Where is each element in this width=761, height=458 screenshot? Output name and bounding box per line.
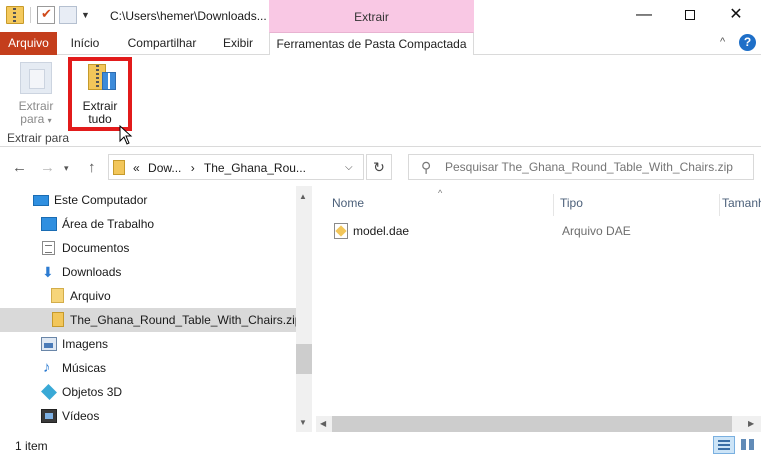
table-row[interactable]: model.dae Arquivo DAE bbox=[328, 220, 758, 242]
close-button[interactable]: ✕ bbox=[713, 0, 759, 32]
file-name: model.dae bbox=[353, 224, 410, 238]
maximize-button[interactable] bbox=[667, 0, 713, 32]
properties-icon[interactable] bbox=[37, 6, 55, 24]
file-list: ^ Nome Tipo Tamanho model.dae Arquivo DA… bbox=[316, 186, 761, 432]
chevron-down-icon: ▾ bbox=[47, 116, 52, 125]
ribbon-body: Extrair para ▾ Extrair tudo Extrair para bbox=[0, 55, 761, 147]
navigation-row: ← → ▾ ↑ « Dow... › The_Ghana_Rou... ⌵ ↻ … bbox=[0, 148, 761, 186]
minimize-button[interactable]: — bbox=[621, 0, 667, 32]
quick-access-toolbar: ▼ bbox=[6, 6, 98, 24]
qat-separator bbox=[30, 7, 31, 23]
nav-item-label: Este Computador bbox=[54, 193, 148, 207]
nav-item-label: Downloads bbox=[62, 265, 122, 279]
tab-arquivo[interactable]: Arquivo bbox=[0, 32, 57, 55]
address-bar[interactable]: « Dow... › The_Ghana_Rou... ⌵ bbox=[108, 154, 364, 180]
documents-icon bbox=[42, 241, 55, 255]
cube-3d-icon bbox=[41, 384, 57, 400]
search-box[interactable]: ⚲ bbox=[408, 154, 754, 180]
video-icon bbox=[41, 409, 57, 423]
context-tab-header: Extrair bbox=[269, 0, 474, 32]
tab-ferramentas-pasta-compactada[interactable]: Ferramentas de Pasta Compactada bbox=[269, 32, 474, 56]
help-icon[interactable]: ? bbox=[739, 34, 756, 51]
zip-folder-icon bbox=[6, 6, 24, 24]
title-bar: ▼ C:\Users\hemer\Downloads... Extrair — … bbox=[0, 0, 761, 32]
breadcrumb-downloads[interactable]: Dow... bbox=[148, 161, 181, 175]
tab-compartilhar[interactable]: Compartilhar bbox=[116, 32, 208, 55]
music-note-icon: ♪ bbox=[43, 359, 51, 376]
refresh-button[interactable]: ↻ bbox=[366, 154, 392, 180]
nav-item-label: Documentos bbox=[62, 241, 130, 255]
zip-folder-icon bbox=[113, 160, 125, 175]
chevron-down-icon[interactable]: ⌵ bbox=[345, 162, 353, 173]
nav-item-zip-selected[interactable]: The_Ghana_Round_Table_With_Chairs.zip bbox=[0, 308, 301, 332]
scrollbar-thumb[interactable] bbox=[296, 344, 312, 374]
navigation-pane: Este Computador Área de Trabalho Documen… bbox=[0, 186, 312, 432]
column-header-tipo[interactable]: Tipo bbox=[560, 194, 720, 216]
up-arrow-icon[interactable]: ↑ bbox=[88, 159, 96, 176]
forward-arrow-icon[interactable]: → bbox=[40, 159, 55, 176]
column-header-tamanho[interactable]: Tamanho bbox=[722, 194, 761, 216]
scroll-up-icon[interactable]: ▲ bbox=[299, 192, 307, 201]
scroll-right-icon[interactable]: ▶ bbox=[748, 419, 754, 428]
refresh-icon: ↻ bbox=[373, 159, 385, 175]
nav-item-label: Vídeos bbox=[62, 409, 100, 423]
nav-item-este-computador[interactable]: Este Computador bbox=[0, 188, 296, 212]
tab-inicio[interactable]: Início bbox=[63, 32, 107, 55]
ribbon-collapse-icon[interactable]: ^ bbox=[720, 36, 725, 48]
nav-item-area-de-trabalho[interactable]: Área de Trabalho bbox=[0, 212, 296, 236]
back-arrow-icon[interactable]: ← bbox=[12, 159, 27, 176]
scroll-down-icon[interactable]: ▼ bbox=[299, 418, 307, 427]
scrollbar-thumb[interactable] bbox=[332, 416, 732, 432]
download-arrow-icon: ⬇ bbox=[42, 264, 54, 280]
computer-icon bbox=[33, 195, 49, 206]
extract-to-icon bbox=[20, 62, 52, 94]
status-bar: 1 item bbox=[0, 432, 761, 458]
nav-item-imagens[interactable]: Imagens bbox=[0, 332, 296, 356]
maximize-icon bbox=[685, 9, 695, 20]
dae-file-icon bbox=[334, 223, 348, 239]
extrair-para-label-2: para bbox=[20, 112, 45, 126]
nav-item-label: The_Ghana_Round_Table_With_Chairs.zip bbox=[70, 313, 302, 327]
nav-item-label: Objetos 3D bbox=[62, 385, 123, 399]
file-list-horizontal-scrollbar[interactable]: ◀ ▶ bbox=[316, 416, 761, 432]
large-icons-view-icon[interactable] bbox=[738, 436, 758, 454]
item-count: 1 item bbox=[15, 439, 48, 453]
pictures-icon bbox=[41, 337, 57, 351]
search-input[interactable] bbox=[445, 157, 751, 177]
zip-folder-icon bbox=[52, 312, 64, 327]
search-icon: ⚲ bbox=[421, 159, 432, 175]
extrair-para-button[interactable]: Extrair para ▾ bbox=[8, 60, 64, 127]
group-label-extrair-para: Extrair para bbox=[7, 131, 70, 145]
breadcrumb: « Dow... › The_Ghana_Rou... bbox=[133, 161, 306, 175]
qat-dropdown-icon[interactable]: ▼ bbox=[81, 10, 90, 20]
nav-item-label: Arquivo bbox=[70, 289, 111, 303]
nav-item-label: Imagens bbox=[62, 337, 109, 351]
nav-item-arquivo[interactable]: Arquivo bbox=[0, 284, 296, 308]
column-header-nome[interactable]: Nome bbox=[332, 194, 554, 216]
folder-icon bbox=[51, 288, 64, 303]
nav-item-videos[interactable]: Vídeos bbox=[0, 404, 296, 428]
tab-exibir[interactable]: Exibir bbox=[214, 32, 262, 55]
desktop-icon bbox=[41, 217, 57, 231]
breadcrumb-separator[interactable]: › bbox=[191, 161, 195, 175]
nav-item-label: Área de Trabalho bbox=[62, 217, 155, 231]
file-type: Arquivo DAE bbox=[562, 224, 631, 238]
nav-item-objetos-3d[interactable]: Objetos 3D bbox=[0, 380, 296, 404]
details-view-icon[interactable] bbox=[713, 436, 735, 454]
breadcrumb-zip[interactable]: The_Ghana_Rou... bbox=[204, 161, 306, 175]
breadcrumb-overflow[interactable]: « bbox=[133, 161, 140, 175]
nav-item-documentos[interactable]: Documentos bbox=[0, 236, 296, 260]
new-folder-icon[interactable] bbox=[59, 6, 77, 24]
scroll-left-icon[interactable]: ◀ bbox=[320, 419, 326, 428]
window-title: C:\Users\hemer\Downloads... bbox=[110, 9, 267, 23]
nav-item-label: Músicas bbox=[62, 361, 107, 375]
highlight-annotation bbox=[68, 57, 132, 131]
nav-item-musicas[interactable]: ♪ Músicas bbox=[0, 356, 296, 380]
recent-locations-icon[interactable]: ▾ bbox=[64, 163, 69, 174]
nav-pane-scrollbar[interactable]: ▲ ▼ bbox=[296, 186, 312, 432]
nav-item-downloads[interactable]: ⬇ Downloads bbox=[0, 260, 296, 284]
ribbon-tabs: Arquivo Início Compartilhar Exibir Ferra… bbox=[0, 32, 761, 56]
